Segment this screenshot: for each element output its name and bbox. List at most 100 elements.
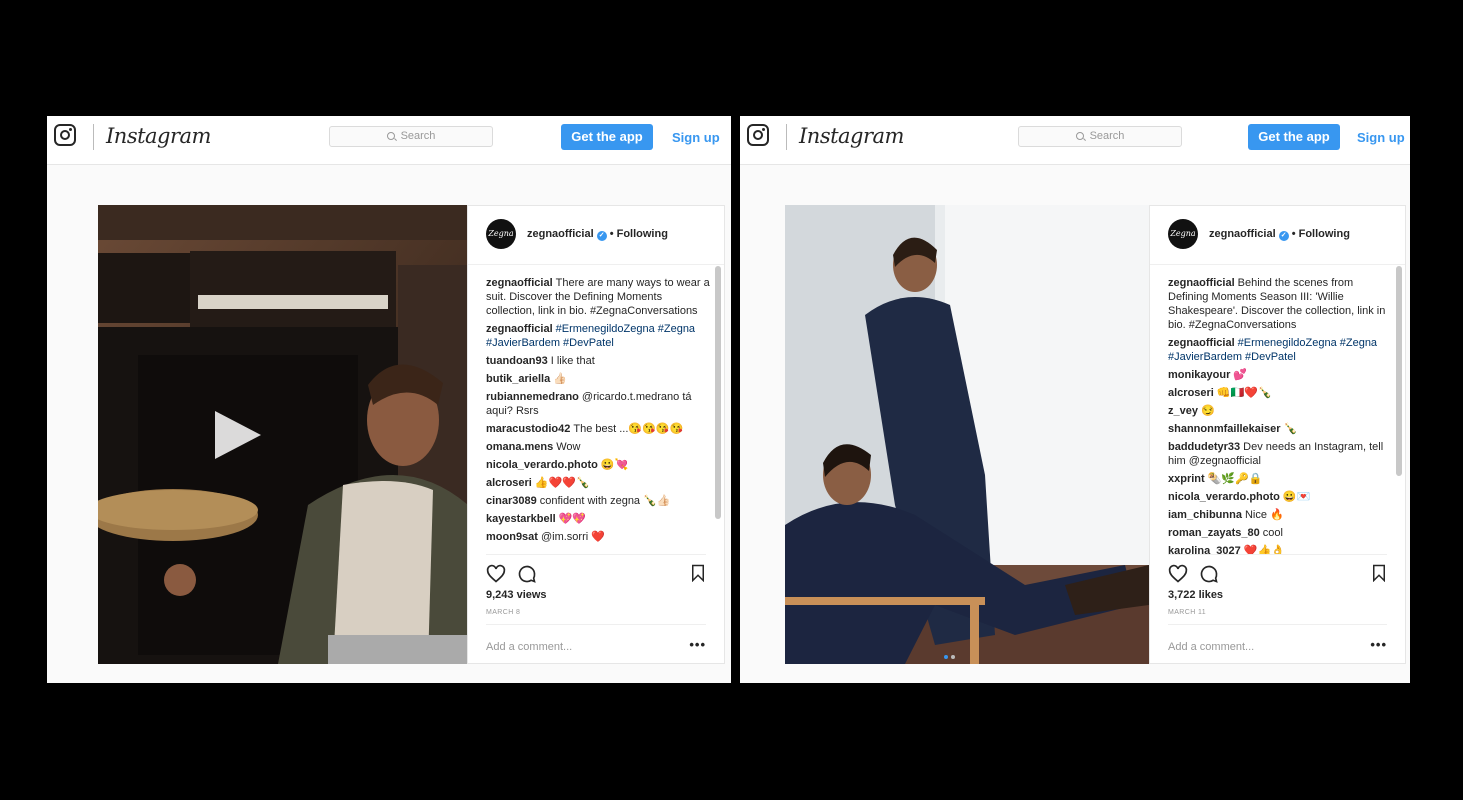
comment-user[interactable]: butik_ariella bbox=[486, 373, 550, 385]
like-heart-icon[interactable] bbox=[486, 564, 506, 584]
comment-user[interactable]: nicola_verardo.photo bbox=[486, 459, 598, 471]
comment-item: iam_chibunna Nice 🔥 bbox=[1168, 508, 1393, 522]
comment-user[interactable]: zegnaofficial bbox=[1168, 337, 1235, 349]
avatar[interactable]: Zegna bbox=[486, 219, 516, 249]
more-options-icon[interactable]: ••• bbox=[689, 637, 706, 652]
post-image[interactable] bbox=[785, 205, 1149, 664]
comment-user[interactable]: nicola_verardo.photo bbox=[1168, 491, 1280, 503]
following-status[interactable]: • Following bbox=[1292, 228, 1350, 240]
comment-user[interactable]: iam_chibunna bbox=[1168, 509, 1242, 521]
comment-user[interactable]: zegnaofficial bbox=[486, 323, 553, 335]
post-sidebar: Zegna zegnaofficial ✓ • Following zegnaof… bbox=[467, 205, 725, 664]
comment-item: roman_zayats_80 cool bbox=[1168, 526, 1393, 540]
comment-text: 💕 bbox=[1233, 369, 1248, 381]
comment-user[interactable]: kayestarkbell bbox=[486, 513, 556, 525]
post-video[interactable] bbox=[98, 205, 467, 664]
comments-list[interactable]: zegnaofficial Behind the scenes from Defi… bbox=[1168, 276, 1393, 554]
comment-item: alcroseri 👊🇮🇹❤️🍾 bbox=[1168, 386, 1393, 400]
post-author[interactable]: zegnaofficial ✓ • Following bbox=[1209, 228, 1350, 241]
carousel-dot[interactable] bbox=[951, 655, 955, 659]
divider bbox=[93, 124, 94, 150]
comment-item: nicola_verardo.photo 😀💘 bbox=[486, 458, 712, 472]
carousel-indicators[interactable] bbox=[944, 646, 958, 664]
likes-count[interactable]: 3,722 likes bbox=[1168, 589, 1223, 601]
avatar[interactable]: Zegna bbox=[1168, 219, 1198, 249]
following-status[interactable]: • Following bbox=[610, 228, 668, 240]
comment-user[interactable]: zegnaofficial bbox=[1168, 277, 1235, 289]
search-icon bbox=[386, 132, 395, 140]
post-author[interactable]: zegnaofficial ✓ • Following bbox=[527, 228, 668, 241]
add-comment-area: Add a comment... ••• bbox=[486, 624, 706, 665]
post-sidebar: Zegna zegnaofficial ✓ • Following zegnaof… bbox=[1149, 205, 1406, 664]
comment-item: zegnaofficial #ErmenegildoZegna #Zegna #J… bbox=[1168, 336, 1393, 364]
comment-user[interactable]: monikayour bbox=[1168, 369, 1230, 381]
comment-user[interactable]: alcroseri bbox=[1168, 387, 1214, 399]
post-date: MARCH 11 bbox=[1168, 609, 1207, 616]
search-input[interactable]: Search bbox=[1018, 126, 1182, 147]
post-header: Zegna zegnaofficial ✓ • Following bbox=[468, 206, 724, 265]
carousel-dot[interactable] bbox=[944, 655, 948, 659]
get-the-app-button[interactable]: Get the app bbox=[1248, 124, 1340, 150]
comment-user[interactable]: zegnaofficial bbox=[486, 277, 553, 289]
comment-user[interactable]: shannonmfaillekaiser bbox=[1168, 423, 1281, 435]
views-count[interactable]: 9,243 views bbox=[486, 589, 547, 601]
post-date: MARCH 8 bbox=[486, 609, 521, 616]
comment-user[interactable]: cinar3089 bbox=[486, 495, 537, 507]
instagram-logo[interactable]: Instagram bbox=[106, 124, 211, 148]
post-photo bbox=[785, 205, 1149, 664]
comment-bubble-icon[interactable] bbox=[1199, 564, 1219, 584]
sign-up-link[interactable]: Sign up bbox=[672, 130, 720, 145]
comment-user[interactable]: xxprint bbox=[1168, 473, 1205, 485]
comment-user[interactable]: alcroseri bbox=[486, 477, 532, 489]
comments-list[interactable]: zegnaofficial There are many ways to wear… bbox=[486, 276, 712, 554]
sign-up-link[interactable]: Sign up bbox=[1357, 130, 1405, 145]
comments-scrollbar[interactable] bbox=[1396, 266, 1402, 476]
bookmark-icon[interactable] bbox=[690, 564, 706, 582]
comment-text: confident with zegna 🍾👍🏻 bbox=[539, 495, 671, 507]
more-options-icon[interactable]: ••• bbox=[1370, 637, 1387, 652]
get-the-app-button[interactable]: Get the app bbox=[561, 124, 653, 150]
top-navbar: Instagram Search Get the app Sign up bbox=[740, 116, 1410, 165]
comment-user[interactable]: maracustodio42 bbox=[486, 423, 570, 435]
comment-item: moon9sat @im.sorri ❤️ bbox=[486, 530, 712, 544]
search-input[interactable]: Search bbox=[329, 126, 493, 147]
comment-user[interactable]: rubiannemedrano bbox=[486, 391, 579, 403]
comment-user[interactable]: baddudetyr33 bbox=[1168, 441, 1240, 453]
comment-text: @im.sorri ❤️ bbox=[540, 531, 605, 543]
comments-scrollbar[interactable] bbox=[715, 266, 721, 519]
comment-user[interactable]: moon9sat bbox=[486, 531, 538, 543]
username[interactable]: zegnaofficial bbox=[527, 228, 594, 240]
add-comment-input[interactable]: Add a comment... bbox=[1168, 641, 1254, 653]
comment-user[interactable]: tuandoan93 bbox=[486, 355, 548, 367]
comment-item: baddudetyr33 Dev needs an Instagram, tell… bbox=[1168, 440, 1393, 468]
add-comment-input[interactable]: Add a comment... bbox=[486, 641, 572, 653]
comment-text: 😀💘 bbox=[600, 459, 629, 471]
post-header: Zegna zegnaofficial ✓ • Following bbox=[1150, 206, 1405, 265]
search-placeholder: Search bbox=[1089, 130, 1125, 142]
comment-item: butik_ariella 👍🏻 bbox=[486, 372, 712, 386]
camera-icon[interactable] bbox=[54, 124, 76, 146]
instagram-logo[interactable]: Instagram bbox=[799, 124, 904, 148]
comment-item: xxprint 🌯🌿🔑🔒 bbox=[1168, 472, 1393, 486]
comment-item: kayestarkbell 💖💖 bbox=[486, 512, 712, 526]
browser-window-right: Instagram Search Get the app Sign up Zeg… bbox=[740, 116, 1410, 683]
comment-user[interactable]: omana.mens bbox=[486, 441, 553, 453]
divider bbox=[786, 124, 787, 150]
comment-text: 💖💖 bbox=[558, 513, 587, 525]
play-icon[interactable] bbox=[215, 411, 261, 459]
comment-item: cinar3089 confident with zegna 🍾👍🏻 bbox=[486, 494, 712, 508]
comment-bubble-icon[interactable] bbox=[517, 564, 537, 584]
comment-text: 🌯🌿🔑🔒 bbox=[1207, 473, 1263, 485]
comment-text: Nice 🔥 bbox=[1244, 509, 1284, 521]
comment-text: ❤️👍👌 bbox=[1243, 545, 1285, 554]
comment-text: The best ...😘😘😘😘 bbox=[573, 423, 684, 435]
like-heart-icon[interactable] bbox=[1168, 564, 1188, 584]
comment-user[interactable]: z_vey bbox=[1168, 405, 1198, 417]
verified-icon: ✓ bbox=[1278, 231, 1289, 241]
comment-text: 😀💌 bbox=[1282, 491, 1311, 503]
comment-user[interactable]: karolina_3027 bbox=[1168, 545, 1241, 554]
username[interactable]: zegnaofficial bbox=[1209, 228, 1276, 240]
bookmark-icon[interactable] bbox=[1371, 564, 1387, 582]
camera-icon[interactable] bbox=[747, 124, 769, 146]
comment-user[interactable]: roman_zayats_80 bbox=[1168, 527, 1260, 539]
